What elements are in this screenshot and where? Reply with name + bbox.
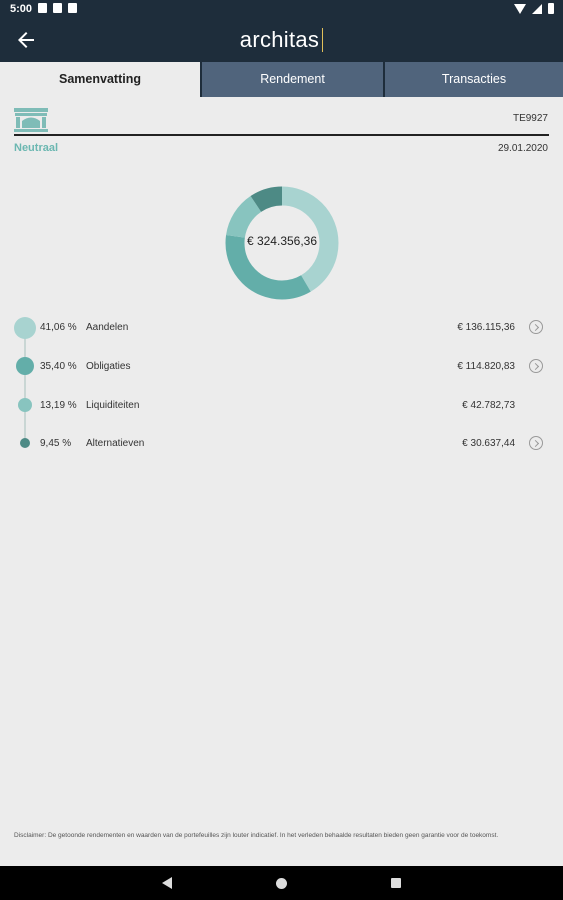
allocation-row-aandelen: 41,06 % Aandelen € 136.115,36 [14, 308, 549, 346]
system-icons [514, 3, 554, 14]
tab-bar: Samenvatting Rendement Transacties [0, 62, 563, 97]
status-bar: 5:00 [0, 0, 563, 18]
status-time: 5:00 [10, 3, 33, 15]
allocation-percent: 13,19 % [40, 400, 77, 411]
chevron-right-circle-icon[interactable] [529, 320, 543, 334]
allocation-amount: € 114.820,83 [457, 361, 515, 372]
architas-logo: architas [0, 27, 563, 53]
nav-back-icon[interactable] [162, 877, 172, 889]
allocation-percent: 9,45 % [40, 438, 72, 449]
tab-rendement[interactable]: Rendement [202, 62, 383, 97]
settings-notification-icon [38, 3, 47, 13]
allocation-category: Obligaties [86, 361, 131, 372]
tab-samenvatting[interactable]: Samenvatting [0, 62, 200, 97]
signal-icon [532, 3, 542, 14]
allocation-row-obligaties: 35,40 % Obligaties € 114.820,83 [14, 347, 549, 385]
portfolio-code: TE9927 [512, 113, 548, 124]
allocation-amount: € 136.115,36 [457, 322, 515, 333]
aandelen-dot [14, 317, 36, 339]
allocation-percent: 35,40 % [40, 361, 77, 372]
nav-recents-icon[interactable] [391, 878, 401, 888]
bank-building-icon [14, 108, 48, 132]
portfolio-date: 29.01.2020 [497, 143, 548, 154]
allocation-row-alternatieven: 9,45 % Alternatieven € 30.637,44 [14, 424, 549, 462]
notification-icons [38, 3, 77, 13]
allocation-category: Alternatieven [86, 438, 145, 449]
system-nav-bar [0, 866, 563, 900]
obligaties-dot [16, 357, 34, 375]
allocation-row-liquiditeiten: 13,19 % Liquiditeiten € 42.782,73 [14, 386, 549, 424]
wifi-icon [514, 3, 526, 14]
allocation-amount: € 30.637,44 [462, 438, 515, 449]
storage-notification-icon [68, 3, 77, 13]
alternatieven-dot [20, 438, 30, 448]
liquiditeiten-dot [18, 398, 32, 412]
nav-home-icon[interactable] [276, 878, 287, 889]
disclaimer-text: Disclaimer: De getoonde rendementen en w… [14, 832, 499, 839]
app-notification-icon [53, 3, 62, 13]
risk-profile: Neutraal [14, 142, 59, 154]
allocation-percent: 41,06 % [40, 322, 77, 333]
app-bar: architas [0, 18, 563, 62]
portfolio-total: € 324.356,36 [246, 234, 318, 248]
chevron-right-circle-icon[interactable] [529, 359, 543, 373]
tab-transacties[interactable]: Transacties [385, 62, 563, 97]
allocation-category: Liquiditeiten [86, 400, 140, 411]
allocation-category: Aandelen [86, 322, 129, 333]
allocation-amount: € 42.782,73 [462, 400, 515, 411]
battery-icon [548, 3, 554, 14]
header-divider [14, 134, 549, 136]
chevron-right-circle-icon[interactable] [529, 436, 543, 450]
